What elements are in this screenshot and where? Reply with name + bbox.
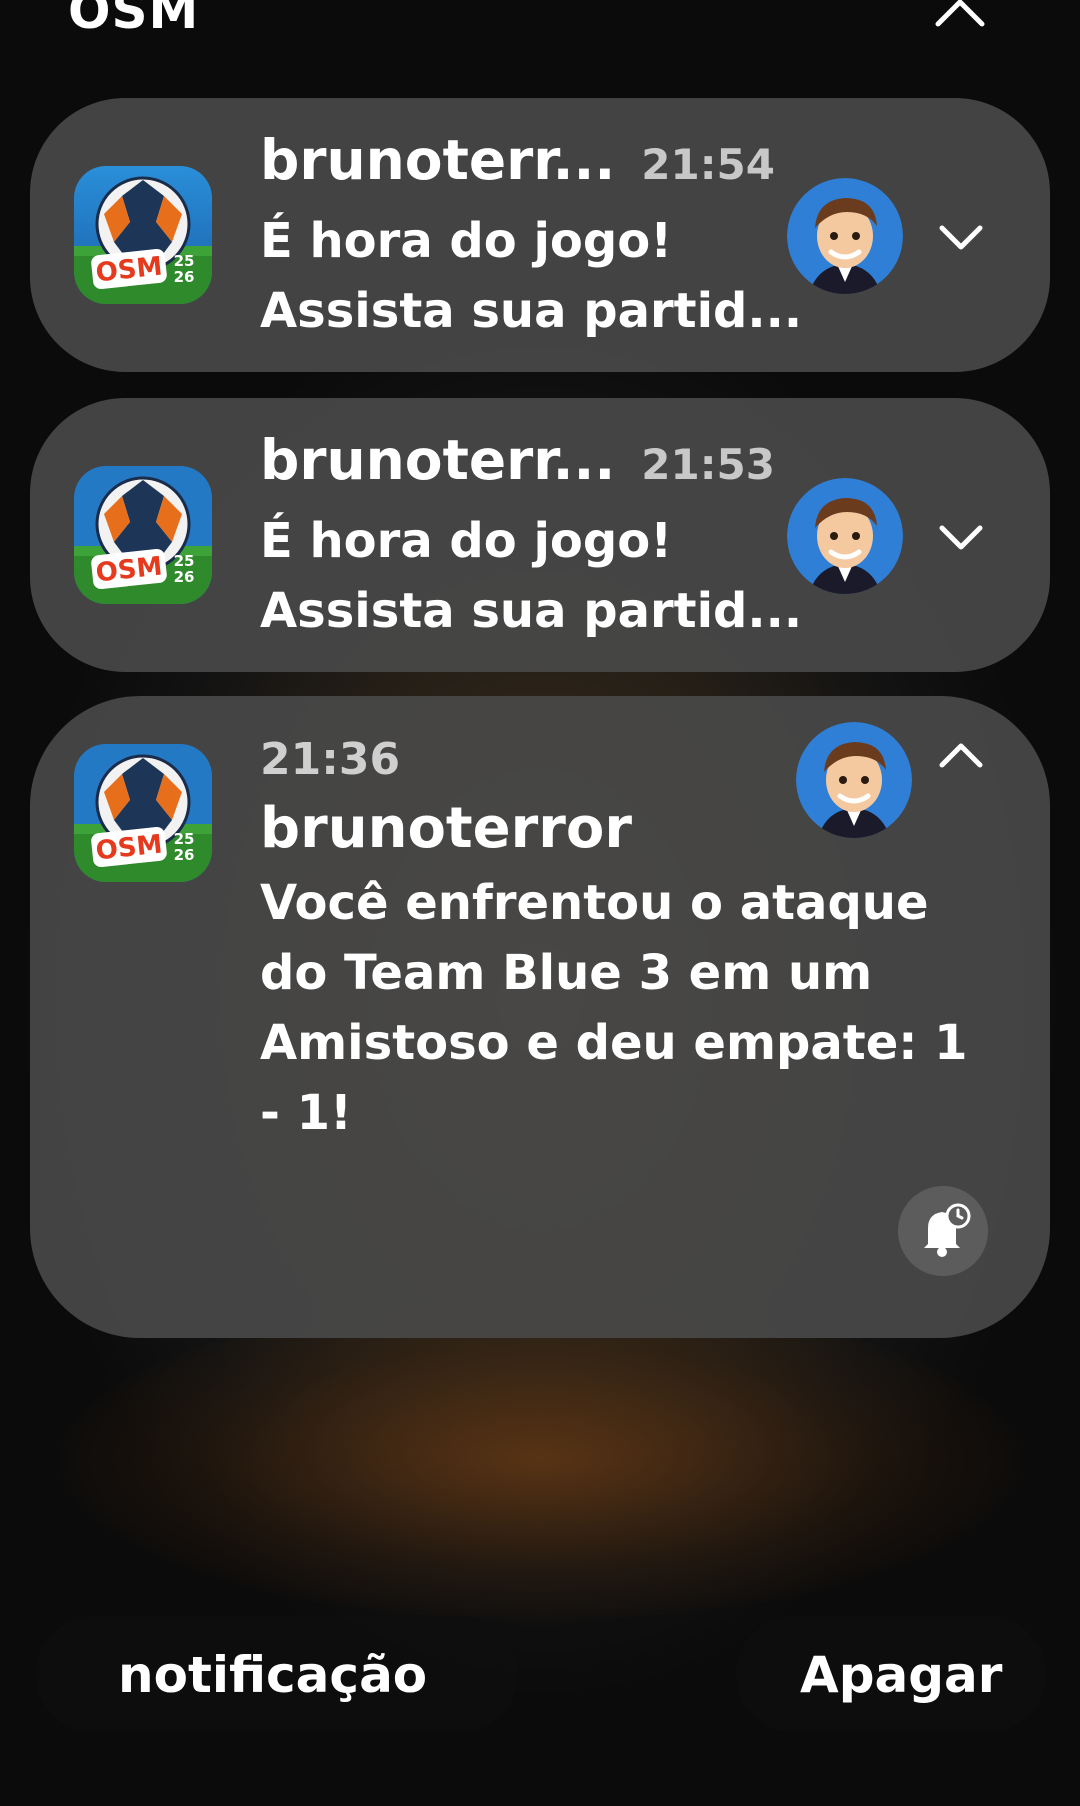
clear-all-label: Apagar	[800, 1646, 1003, 1704]
notification-body: Você enfrentou o ataque do Team Blue 3 e…	[260, 875, 968, 1141]
manager-avatar	[796, 722, 912, 838]
notification-time: 21:36	[260, 734, 401, 785]
clear-all-button[interactable]: Apagar	[736, 1616, 1046, 1732]
svg-text:26: 26	[174, 568, 195, 586]
notification-title: É hora do jogo!	[260, 213, 673, 269]
collapse-group-icon[interactable]	[930, 0, 990, 34]
notification-preview: Assista sua partid...	[260, 583, 803, 639]
expand-chevron-icon[interactable]	[936, 220, 986, 254]
notification-sender: brunoterror	[260, 796, 632, 861]
osm-app-icon: OSM 25 26	[74, 744, 212, 882]
osm-app-icon: OSM 25 26	[74, 466, 212, 604]
background-glow	[60, 1300, 1020, 1620]
notification-sender: brunoterr...	[260, 128, 616, 192]
notification-settings-label: notificação	[118, 1646, 428, 1704]
notification-card[interactable]: OSM 25 26 brunoterr... 21:53 É hora do jo…	[30, 398, 1050, 672]
notification-settings-button[interactable]: notificação	[36, 1616, 518, 1732]
manager-avatar	[787, 178, 903, 294]
app-group-title: OSM	[68, 0, 200, 40]
svg-text:26: 26	[174, 268, 195, 286]
notification-time: 21:54	[641, 140, 775, 189]
snooze-bell-icon[interactable]	[898, 1186, 988, 1276]
notification-preview: Assista sua partid...	[260, 283, 803, 339]
notification-card-expanded[interactable]: OSM 25 26 21:36 brunoterror Você enfrent…	[30, 696, 1050, 1338]
notification-title: É hora do jogo!	[260, 513, 673, 569]
osm-app-icon: OSM 25 26	[74, 166, 212, 304]
notification-card[interactable]: OSM 25 26 brunoterr... 21:54 É hora do jo…	[30, 98, 1050, 372]
manager-avatar	[787, 478, 903, 594]
svg-text:26: 26	[174, 846, 195, 864]
collapse-chevron-icon[interactable]	[936, 738, 986, 772]
notification-time: 21:53	[641, 440, 775, 489]
notification-sender: brunoterr...	[260, 428, 616, 492]
expand-chevron-icon[interactable]	[936, 520, 986, 554]
